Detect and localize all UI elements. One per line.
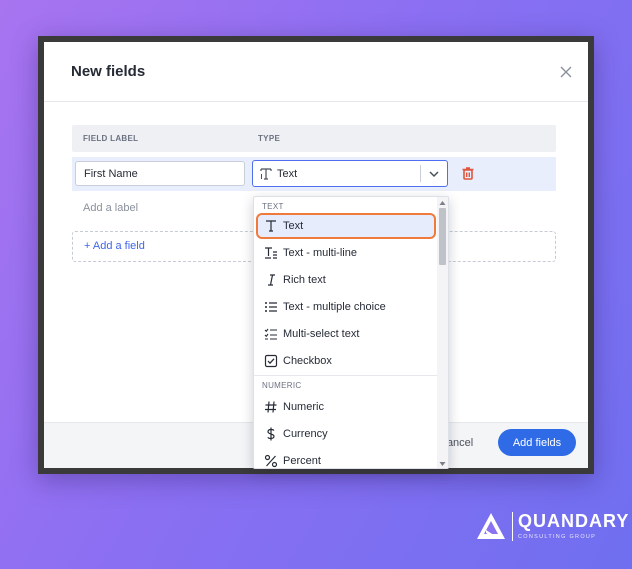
dropdown-item-multi-select-text[interactable]: Multi-select text [256,321,436,347]
dropdown-item-label: Currency [283,428,328,440]
dropdown-item-label: Numeric [283,401,324,413]
dropdown-item-label: Text [283,220,304,232]
brand-separator [512,512,513,541]
scroll-down-icon[interactable] [439,461,446,467]
rich-text-icon [268,274,275,286]
dropdown-item-label: Text - multiple choice [283,301,386,313]
dropdown-item-currency[interactable]: Currency [256,421,436,447]
brand-name: QUANDARY [518,511,630,531]
brand-tagline: CONSULTING GROUP [518,534,597,540]
scrollbar-thumb[interactable] [439,208,446,265]
close-icon[interactable] [558,64,574,80]
dropdown-item-percent[interactable]: Percent [256,448,436,468]
type-dropdown[interactable]: TEXT Text Text - multi-line Rich text Te… [253,196,449,469]
dropdown-section-numeric: NUMERIC [262,381,302,390]
dropdown-scrollbar[interactable] [437,197,448,468]
dropdown-item-label: Checkbox [283,355,332,367]
type-select-value: Text [277,168,298,180]
add-label-placeholder[interactable]: Add a label [83,202,138,214]
dropdown-item-text-multi-line[interactable]: Text - multi-line [256,240,436,266]
dropdown-item-label: Multi-select text [283,328,360,340]
dropdown-item-label: Text - multi-line [283,247,357,259]
text-t-icon [266,220,276,232]
chevron-down-icon[interactable] [428,168,440,180]
quandary-logo-icon [477,513,505,539]
type-select[interactable]: Text [252,160,448,187]
dropdown-divider [254,375,438,376]
hash-icon [265,401,277,413]
dropdown-item-rich-text[interactable]: Rich text [256,267,436,293]
trash-icon[interactable] [461,166,475,181]
percent-icon [264,454,278,468]
list-icon [265,302,277,312]
add-fields-button[interactable]: Add fields [498,429,576,456]
dollar-icon [267,427,275,441]
column-header-row: FIELD LABEL TYPE [72,125,556,152]
field-row: Text [72,157,556,191]
dropdown-item-checkbox[interactable]: Checkbox [256,348,436,374]
dropdown-item-text-multiple-choice[interactable]: Text - multiple choice [256,294,436,320]
text-multiline-icon [265,247,277,259]
dropdown-item-text[interactable]: Text [256,213,436,239]
text-t-icon [260,168,272,180]
select-divider [420,165,421,182]
modal-header: New fields [44,42,588,102]
column-header-field-label: FIELD LABEL [83,134,139,143]
dropdown-item-numeric[interactable]: Numeric [256,394,436,420]
dropdown-item-label: Rich text [283,274,326,286]
dropdown-section-text: TEXT [262,202,284,211]
checkbox-icon [264,354,278,368]
scroll-up-icon[interactable] [439,200,446,206]
checklist-icon [264,328,277,340]
field-label-input[interactable] [75,161,245,186]
modal-title: New fields [71,63,146,80]
dropdown-item-label: Percent [283,455,321,467]
column-header-type: TYPE [258,134,281,143]
add-field-label: + Add a field [84,240,145,252]
